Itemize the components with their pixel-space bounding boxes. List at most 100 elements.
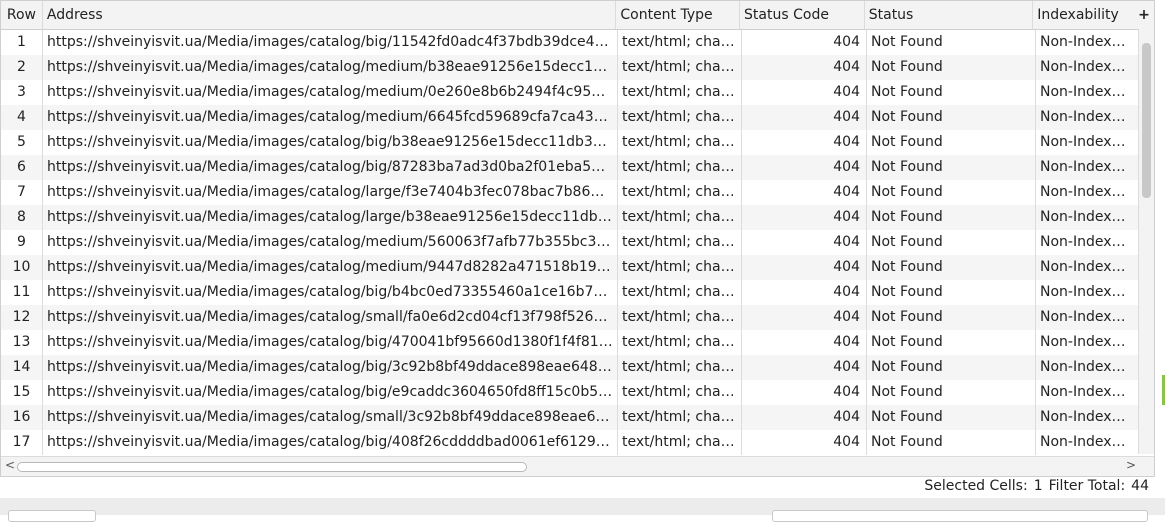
status-code-cell[interactable]: 404 bbox=[742, 305, 867, 330]
indexability-cell[interactable]: Non-Indexable bbox=[1036, 330, 1137, 355]
status-cell[interactable]: Not Found bbox=[867, 330, 1036, 355]
status-code-cell[interactable]: 404 bbox=[742, 230, 867, 255]
status-cell[interactable]: Not Found bbox=[867, 180, 1036, 205]
indexability-cell[interactable]: Non-Indexable bbox=[1036, 255, 1137, 280]
content-type-cell[interactable]: text/html; char... bbox=[618, 430, 742, 455]
address-cell[interactable]: https://shveinyisvit.ua/Media/images/cat… bbox=[43, 130, 618, 155]
status-code-cell[interactable]: 404 bbox=[742, 205, 867, 230]
content-type-cell[interactable]: text/html; char... bbox=[618, 305, 742, 330]
address-cell[interactable]: https://shveinyisvit.ua/Media/images/cat… bbox=[43, 180, 618, 205]
content-type-cell[interactable]: text/html; char... bbox=[618, 105, 742, 130]
table-row[interactable]: 9 https://shveinyisvit.ua/Media/images/ca… bbox=[1, 230, 1154, 255]
status-code-cell[interactable]: 404 bbox=[742, 30, 867, 55]
indexability-cell[interactable]: Non-Indexable bbox=[1036, 430, 1137, 455]
address-cell[interactable]: https://shveinyisvit.ua/Media/images/cat… bbox=[43, 405, 618, 430]
row-number-cell[interactable]: 12 bbox=[1, 305, 43, 330]
status-code-cell[interactable]: 404 bbox=[742, 330, 867, 355]
status-cell[interactable]: Not Found bbox=[867, 430, 1036, 455]
scroll-left-icon[interactable]: < bbox=[5, 458, 15, 472]
address-cell[interactable]: https://shveinyisvit.ua/Media/images/cat… bbox=[43, 305, 618, 330]
vertical-scrollbar-thumb[interactable] bbox=[1142, 43, 1151, 198]
indexability-cell[interactable]: Non-Indexable bbox=[1036, 205, 1137, 230]
content-type-cell[interactable]: text/html; char... bbox=[618, 380, 742, 405]
status-cell[interactable]: Not Found bbox=[867, 405, 1036, 430]
indexability-cell[interactable]: Non-Indexable bbox=[1036, 105, 1137, 130]
status-code-cell[interactable]: 404 bbox=[742, 280, 867, 305]
row-number-cell[interactable]: 1 bbox=[1, 30, 43, 55]
content-type-cell[interactable]: text/html; char... bbox=[618, 280, 742, 305]
status-code-cell[interactable]: 404 bbox=[742, 355, 867, 380]
address-cell[interactable]: https://shveinyisvit.ua/Media/images/cat… bbox=[43, 230, 618, 255]
address-cell[interactable]: https://shveinyisvit.ua/Media/images/cat… bbox=[43, 280, 618, 305]
scroll-right-icon[interactable]: > bbox=[1126, 458, 1136, 472]
indexability-cell[interactable]: Non-Indexable bbox=[1036, 80, 1137, 105]
table-row[interactable]: 15 https://shveinyisvit.ua/Media/images/c… bbox=[1, 380, 1154, 405]
status-cell[interactable]: Not Found bbox=[867, 30, 1036, 55]
indexability-cell[interactable]: Non-Indexable bbox=[1036, 405, 1137, 430]
status-cell[interactable]: Not Found bbox=[867, 230, 1036, 255]
indexability-cell[interactable]: Non-Indexable bbox=[1036, 355, 1137, 380]
status-cell[interactable]: Not Found bbox=[867, 355, 1036, 380]
column-header-status[interactable]: Status bbox=[865, 1, 1034, 29]
row-number-cell[interactable]: 10 bbox=[1, 255, 43, 280]
content-type-cell[interactable]: text/html; char... bbox=[618, 30, 742, 55]
indexability-cell[interactable]: Non-Indexable bbox=[1036, 380, 1137, 405]
address-cell[interactable]: https://shveinyisvit.ua/Media/images/cat… bbox=[43, 255, 618, 280]
indexability-cell[interactable]: Non-Indexable bbox=[1036, 180, 1137, 205]
row-number-cell[interactable]: 13 bbox=[1, 330, 43, 355]
row-number-cell[interactable]: 6 bbox=[1, 155, 43, 180]
column-header-status-code[interactable]: Status Code bbox=[740, 1, 865, 29]
table-row[interactable]: 5 https://shveinyisvit.ua/Media/images/ca… bbox=[1, 130, 1154, 155]
vertical-scrollbar[interactable] bbox=[1138, 29, 1154, 454]
status-code-cell[interactable]: 404 bbox=[742, 380, 867, 405]
address-cell[interactable]: https://shveinyisvit.ua/Media/images/cat… bbox=[43, 355, 618, 380]
address-cell[interactable]: https://shveinyisvit.ua/Media/images/cat… bbox=[43, 205, 618, 230]
row-number-cell[interactable]: 15 bbox=[1, 380, 43, 405]
row-number-cell[interactable]: 3 bbox=[1, 80, 43, 105]
address-cell[interactable]: https://shveinyisvit.ua/Media/images/cat… bbox=[43, 105, 618, 130]
content-type-cell[interactable]: text/html; char... bbox=[618, 155, 742, 180]
table-row[interactable]: 4 https://shveinyisvit.ua/Media/images/ca… bbox=[1, 105, 1154, 130]
row-number-cell[interactable]: 17 bbox=[1, 430, 43, 455]
table-row[interactable]: 14 https://shveinyisvit.ua/Media/images/c… bbox=[1, 355, 1154, 380]
table-row[interactable]: 1 https://shveinyisvit.ua/Media/images/ca… bbox=[1, 30, 1154, 55]
content-type-cell[interactable]: text/html; char... bbox=[618, 80, 742, 105]
indexability-cell[interactable]: Non-Indexable bbox=[1036, 230, 1137, 255]
table-row[interactable]: 16 https://shveinyisvit.ua/Media/images/c… bbox=[1, 405, 1154, 430]
bottom-right-control[interactable] bbox=[772, 510, 1148, 522]
table-row[interactable]: 11 https://shveinyisvit.ua/Media/images/c… bbox=[1, 280, 1154, 305]
address-cell[interactable]: https://shveinyisvit.ua/Media/images/cat… bbox=[43, 380, 618, 405]
table-row[interactable]: 10 https://shveinyisvit.ua/Media/images/c… bbox=[1, 255, 1154, 280]
horizontal-scrollbar[interactable]: < > bbox=[1, 456, 1154, 476]
row-number-cell[interactable]: 9 bbox=[1, 230, 43, 255]
status-cell[interactable]: Not Found bbox=[867, 305, 1036, 330]
row-number-cell[interactable]: 11 bbox=[1, 280, 43, 305]
indexability-cell[interactable]: Non-Indexable bbox=[1036, 30, 1137, 55]
column-header-address[interactable]: Address bbox=[43, 1, 617, 29]
content-type-cell[interactable]: text/html; char... bbox=[618, 230, 742, 255]
address-cell[interactable]: https://shveinyisvit.ua/Media/images/cat… bbox=[43, 155, 618, 180]
status-code-cell[interactable]: 404 bbox=[742, 405, 867, 430]
content-type-cell[interactable]: text/html; char... bbox=[618, 255, 742, 280]
table-row[interactable]: 3 https://shveinyisvit.ua/Media/images/ca… bbox=[1, 80, 1154, 105]
content-type-cell[interactable]: text/html; char... bbox=[618, 355, 742, 380]
table-row[interactable]: 2 https://shveinyisvit.ua/Media/images/ca… bbox=[1, 55, 1154, 80]
status-code-cell[interactable]: 404 bbox=[742, 255, 867, 280]
table-row[interactable]: 6 https://shveinyisvit.ua/Media/images/ca… bbox=[1, 155, 1154, 180]
table-row[interactable]: 8 https://shveinyisvit.ua/Media/images/ca… bbox=[1, 205, 1154, 230]
status-code-cell[interactable]: 404 bbox=[742, 80, 867, 105]
status-cell[interactable]: Not Found bbox=[867, 155, 1036, 180]
status-code-cell[interactable]: 404 bbox=[742, 430, 867, 455]
status-cell[interactable]: Not Found bbox=[867, 205, 1036, 230]
column-header-indexability[interactable]: Indexability bbox=[1033, 1, 1134, 29]
status-cell[interactable]: Not Found bbox=[867, 105, 1036, 130]
address-cell[interactable]: https://shveinyisvit.ua/Media/images/cat… bbox=[43, 30, 618, 55]
indexability-cell[interactable]: Non-Indexable bbox=[1036, 130, 1137, 155]
status-code-cell[interactable]: 404 bbox=[742, 180, 867, 205]
indexability-cell[interactable]: Non-Indexable bbox=[1036, 155, 1137, 180]
status-code-cell[interactable]: 404 bbox=[742, 55, 867, 80]
status-code-cell[interactable]: 404 bbox=[742, 130, 867, 155]
content-type-cell[interactable]: text/html; char... bbox=[618, 405, 742, 430]
add-column-button[interactable]: + bbox=[1134, 1, 1154, 29]
row-number-cell[interactable]: 5 bbox=[1, 130, 43, 155]
